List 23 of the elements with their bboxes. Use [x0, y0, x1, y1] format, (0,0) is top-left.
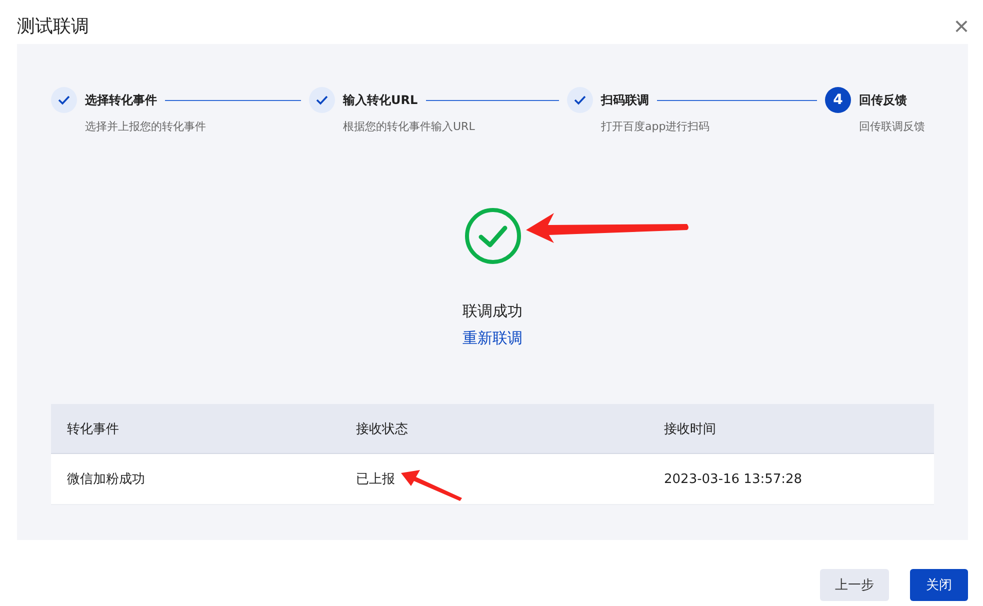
success-check-icon: [464, 207, 522, 265]
step-title: 回传反馈: [859, 92, 907, 108]
step-title: 输入转化URL: [343, 92, 418, 108]
table-cell-text: 微信加粉成功: [67, 471, 145, 488]
annotation-arrow: [400, 469, 463, 502]
step-description: 根据您的转化事件输入URL: [343, 119, 476, 134]
step-title: 选择转化事件: [85, 92, 157, 108]
table-cell-text: 已上报: [356, 471, 395, 488]
step-description: 选择并上报您的转化事件: [85, 119, 207, 134]
table-cell: 2023-03-16 13:57:28: [664, 472, 802, 486]
dialog-title: 测试联调: [17, 15, 89, 38]
step-title: 扫码联调: [601, 92, 649, 108]
step-description: 打开百度app进行扫码: [601, 119, 711, 134]
retry-link[interactable]: 重新联调: [462, 329, 522, 348]
previous-step-button[interactable]: 上一步: [820, 569, 889, 601]
step-number: 4: [825, 87, 851, 113]
result-message: 联调成功: [462, 302, 522, 321]
column-header: 接收状态: [356, 420, 408, 438]
column-header: 转化事件: [67, 420, 119, 438]
step-description: 回传联调反馈: [859, 119, 926, 134]
close-button[interactable]: ×: [954, 13, 969, 39]
column-header: 接收时间: [664, 420, 716, 438]
close-dialog-button[interactable]: 关闭: [910, 569, 968, 601]
